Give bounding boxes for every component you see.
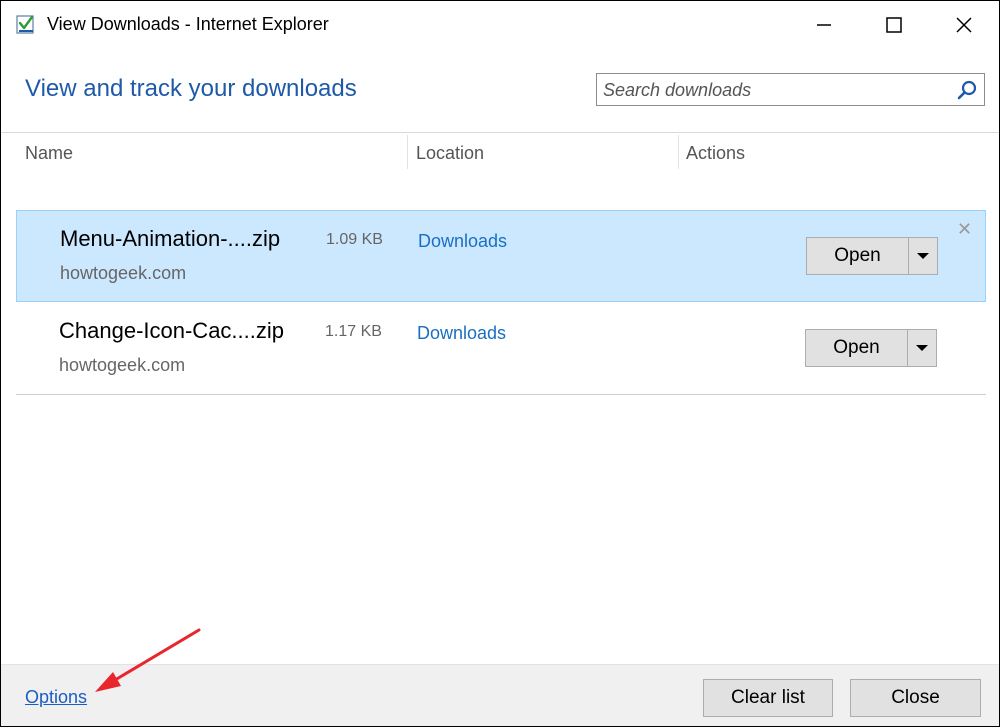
download-source: howtogeek.com — [60, 263, 187, 283]
page-heading: View and track your downloads — [25, 75, 357, 102]
annotation-arrow — [95, 628, 201, 692]
close-button[interactable]: Close — [850, 679, 981, 717]
column-header-name[interactable]: Name — [25, 133, 73, 171]
open-options-dropdown[interactable] — [909, 238, 937, 274]
search-input[interactable] — [603, 78, 947, 102]
download-source: howtogeek.com — [59, 355, 186, 375]
open-button[interactable]: Open — [806, 330, 908, 366]
maximize-icon — [886, 17, 902, 33]
download-item[interactable]: Menu-Animation-....zip 1.09 KB howtogeek… — [16, 210, 986, 302]
minimize-button[interactable] — [789, 1, 859, 49]
downloads-app-icon — [16, 15, 34, 34]
dropdown-arrow-icon — [916, 345, 928, 351]
download-file-size: 1.09 KB — [326, 231, 383, 248]
title-bar: View Downloads - Internet Explorer — [1, 1, 999, 49]
dropdown-arrow-icon — [917, 253, 929, 259]
open-split-button[interactable]: Open — [806, 237, 938, 275]
close-icon — [956, 17, 972, 33]
remove-item-icon[interactable]: ✕ — [957, 219, 972, 240]
window-title: View Downloads - Internet Explorer — [47, 14, 329, 34]
download-item[interactable]: Change-Icon-Cac....zip 1.17 KB howtogeek… — [16, 303, 986, 395]
open-button[interactable]: Open — [807, 238, 909, 274]
close-window-button[interactable] — [929, 1, 999, 49]
open-split-button[interactable]: Open — [805, 329, 937, 367]
download-file-name: Change-Icon-Cac....zip — [59, 318, 284, 343]
column-header-location[interactable]: Location — [416, 133, 484, 171]
search-icon[interactable] — [956, 79, 978, 101]
column-header-actions[interactable]: Actions — [686, 133, 745, 171]
download-location-link[interactable]: Downloads — [417, 323, 506, 344]
column-separator — [678, 135, 679, 169]
open-options-dropdown[interactable] — [908, 330, 936, 366]
download-file-size: 1.17 KB — [325, 323, 382, 340]
minimize-icon — [817, 24, 831, 26]
download-location-link[interactable]: Downloads — [418, 231, 507, 252]
column-separator — [407, 135, 408, 169]
header-divider — [1, 132, 999, 133]
maximize-button[interactable] — [859, 1, 929, 49]
view-downloads-window: View Downloads - Internet Explorer View … — [0, 0, 1000, 727]
search-box[interactable] — [596, 73, 985, 106]
download-file-name: Menu-Animation-....zip — [60, 226, 281, 251]
clear-list-button[interactable]: Clear list — [703, 679, 833, 717]
options-link[interactable]: Options — [25, 687, 87, 708]
